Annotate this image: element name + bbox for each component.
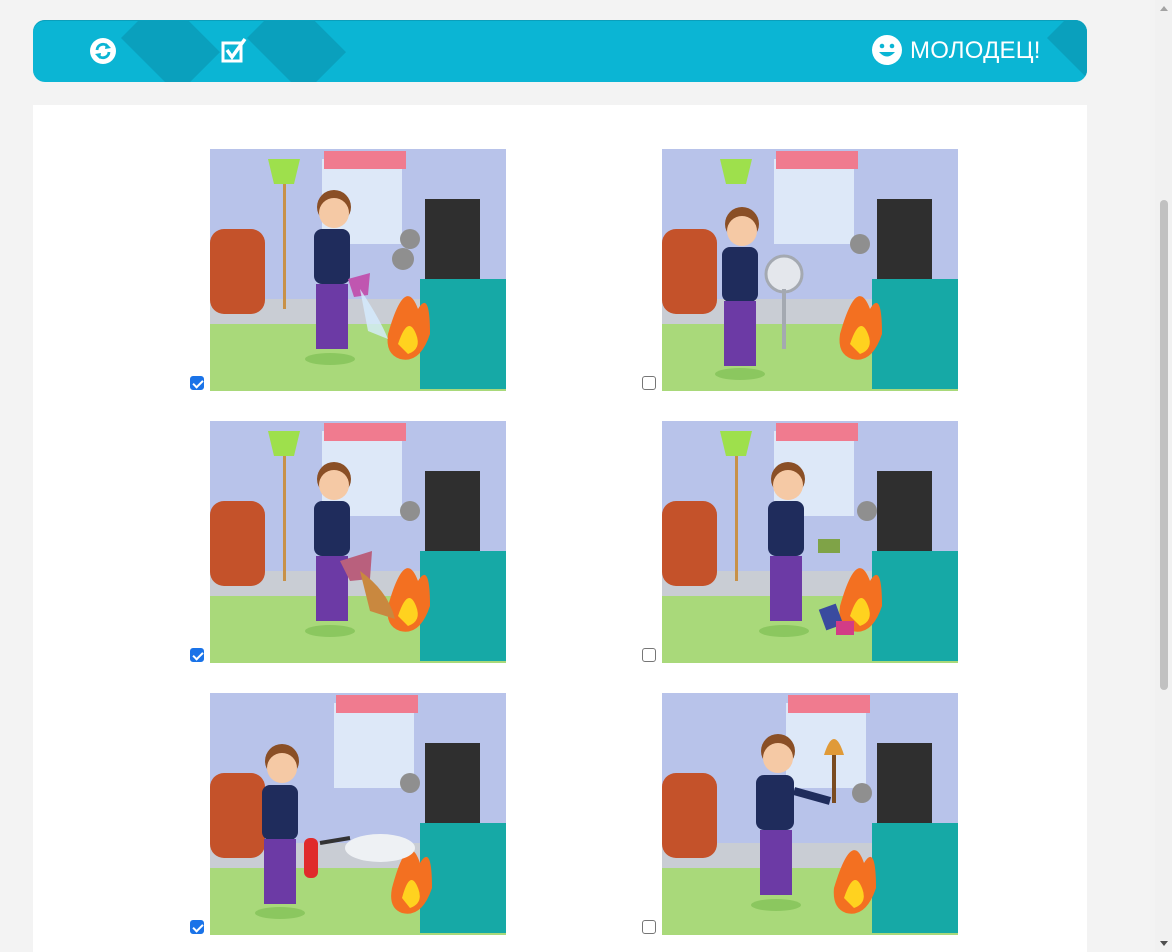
scene-broom-image bbox=[662, 693, 958, 935]
answer-checkbox-1[interactable] bbox=[190, 376, 204, 390]
answer-card-2[interactable] bbox=[642, 149, 958, 391]
vertical-scrollbar[interactable] bbox=[1155, 0, 1172, 952]
answer-checkbox-2[interactable] bbox=[642, 376, 656, 390]
answer-card-6[interactable] bbox=[642, 693, 958, 935]
answer-checkbox-6[interactable] bbox=[642, 920, 656, 934]
answer-card-4[interactable] bbox=[642, 421, 958, 663]
scroll-down-arrow-icon[interactable] bbox=[1160, 941, 1168, 946]
scene-pouring-sand-image bbox=[210, 421, 506, 663]
scene-throwing-books-image bbox=[662, 421, 958, 663]
scene-fan-image bbox=[662, 149, 958, 391]
answer-checkbox-3[interactable] bbox=[190, 648, 204, 662]
answer-checkbox-5[interactable] bbox=[190, 920, 204, 934]
check-shadow bbox=[247, 20, 346, 82]
answer-card-1[interactable] bbox=[190, 149, 506, 391]
reload-icon bbox=[90, 38, 116, 64]
answer-card-5[interactable] bbox=[190, 693, 506, 935]
answer-card-3[interactable] bbox=[190, 421, 506, 663]
result-shadow bbox=[1047, 20, 1087, 82]
scrollbar-thumb[interactable] bbox=[1160, 200, 1168, 690]
reload-button[interactable] bbox=[83, 20, 220, 82]
scene-pouring-water-image bbox=[210, 149, 506, 391]
checkbox-check-icon bbox=[221, 37, 247, 63]
check-button[interactable] bbox=[205, 20, 346, 82]
toolbar: МОЛОДЕЦ! bbox=[33, 20, 1087, 82]
answer-checkbox-4[interactable] bbox=[642, 648, 656, 662]
result-area: МОЛОДЕЦ! bbox=[847, 20, 1087, 82]
smiley-icon bbox=[872, 35, 902, 65]
answer-panel bbox=[33, 105, 1087, 952]
result-text: МОЛОДЕЦ! bbox=[910, 37, 1041, 64]
scroll-up-arrow-icon[interactable] bbox=[1160, 6, 1168, 11]
scene-fire-extinguisher-image bbox=[210, 693, 506, 935]
